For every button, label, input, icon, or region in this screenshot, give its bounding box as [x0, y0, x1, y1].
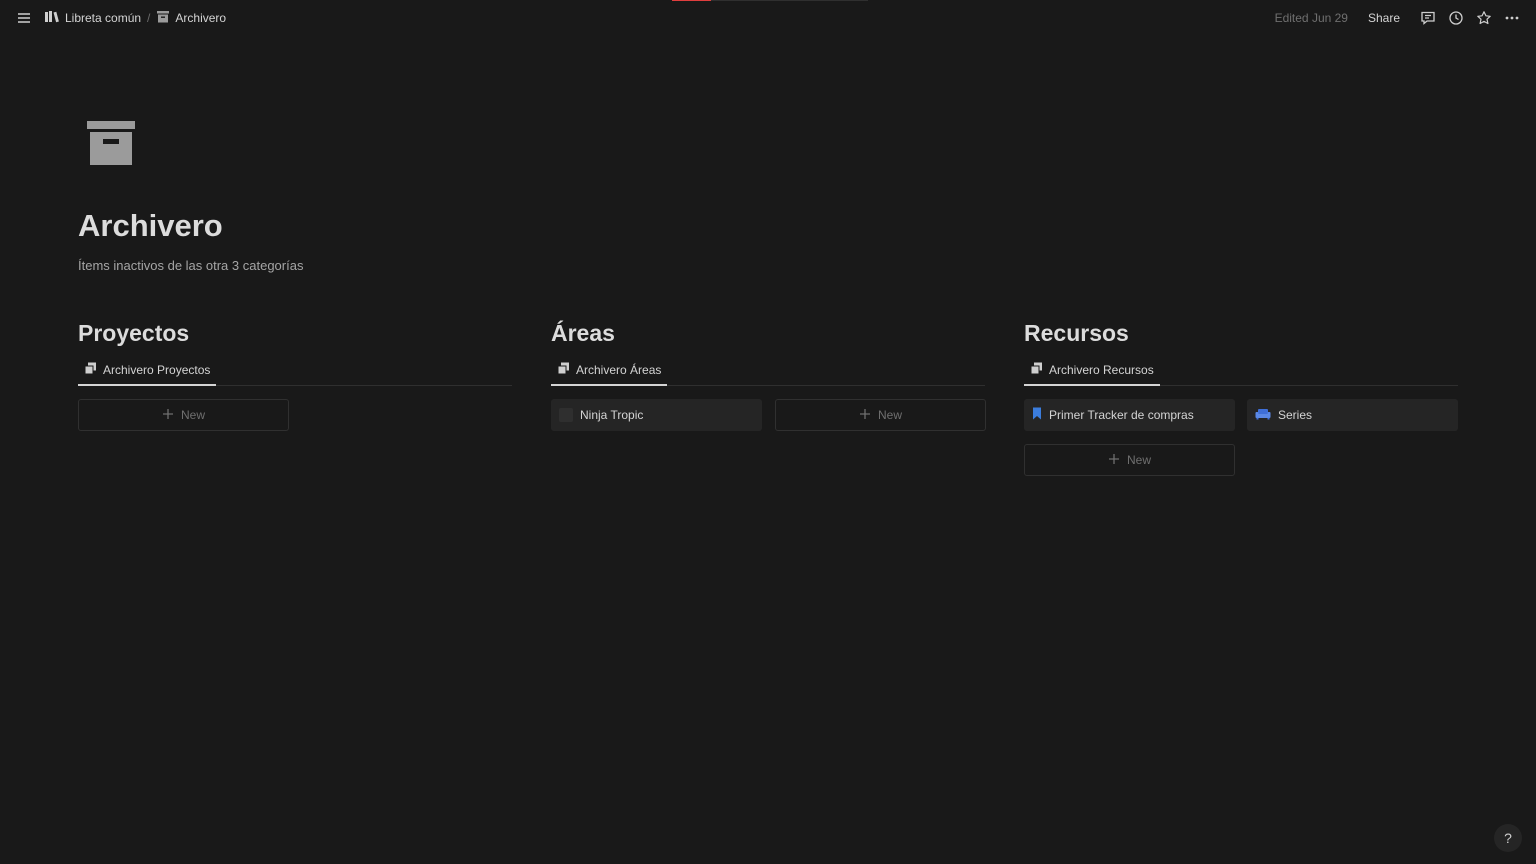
more-options-icon[interactable]: [1500, 6, 1524, 30]
checkbox-icon[interactable]: [559, 408, 573, 422]
view-tabs: Archivero Proyectos: [78, 360, 512, 386]
tab-archivero-proyectos[interactable]: Archivero Proyectos: [78, 360, 217, 386]
menu-icon[interactable]: [12, 6, 36, 30]
section-heading[interactable]: Áreas: [551, 318, 985, 350]
breadcrumb-label: Archivero: [175, 11, 227, 25]
plus-icon: [162, 408, 174, 423]
share-button[interactable]: Share: [1364, 9, 1404, 27]
topbar: Libreta común / Archivero Edited Jun 29 …: [0, 0, 1536, 36]
card-title: Series: [1278, 408, 1313, 422]
tab-archivero-areas[interactable]: Archivero Áreas: [551, 360, 668, 386]
book-icon: [44, 10, 60, 27]
new-label: New: [877, 408, 902, 422]
new-card-button[interactable]: New: [78, 399, 289, 431]
page-description[interactable]: Ítems inactivos de las otra 3 categorías: [78, 258, 303, 273]
new-card-button[interactable]: New: [1024, 444, 1235, 476]
column-recursos: Recursos Archivero Recursos Primer Track…: [1024, 318, 1458, 476]
section-heading[interactable]: Recursos: [1024, 318, 1458, 350]
tab-label: Archivero Proyectos: [103, 363, 211, 377]
new-label: New: [1126, 453, 1151, 467]
database-icon: [557, 362, 570, 378]
sofa-icon: [1255, 408, 1271, 423]
database-icon: [1030, 362, 1043, 378]
plus-icon: [859, 408, 871, 423]
card-title: Ninja Tropic: [580, 408, 644, 422]
tab-label: Archivero Recursos: [1049, 363, 1154, 377]
archive-box-icon[interactable]: [84, 118, 138, 172]
plus-icon: [1108, 453, 1120, 468]
column-proyectos: Proyectos Archivero Proyectos New: [78, 318, 512, 431]
card-primer-tracker[interactable]: Primer Tracker de compras: [1024, 399, 1235, 431]
card-series[interactable]: Series: [1247, 399, 1458, 431]
star-icon[interactable]: [1472, 6, 1496, 30]
bookmark-icon: [1032, 407, 1042, 423]
new-label: New: [180, 408, 205, 422]
tab-label: Archivero Áreas: [576, 363, 662, 377]
tab-archivero-recursos[interactable]: Archivero Recursos: [1024, 360, 1160, 386]
comment-icon[interactable]: [1416, 6, 1440, 30]
breadcrumb-label: Libreta común: [65, 11, 142, 25]
breadcrumb-libreta[interactable]: Libreta común: [40, 8, 145, 29]
card-ninja-tropic[interactable]: Ninja Tropic: [551, 399, 762, 431]
view-tabs: Archivero Recursos: [1024, 360, 1458, 386]
card-title: Primer Tracker de compras: [1049, 408, 1194, 422]
breadcrumb-separator: /: [147, 11, 151, 25]
help-button[interactable]: ?: [1494, 824, 1522, 852]
breadcrumb-archivero[interactable]: Archivero: [152, 8, 230, 29]
new-card-button[interactable]: New: [775, 399, 986, 431]
section-heading[interactable]: Proyectos: [78, 318, 512, 350]
view-tabs: Archivero Áreas: [551, 360, 985, 386]
archive-box-icon: [156, 10, 170, 27]
clock-icon[interactable]: [1444, 6, 1468, 30]
database-icon: [84, 362, 97, 378]
edited-timestamp: Edited Jun 29: [1274, 11, 1348, 25]
column-areas: Áreas Archivero Áreas Ninja Tropic New: [551, 318, 986, 431]
page-title[interactable]: Archivero: [78, 208, 223, 244]
